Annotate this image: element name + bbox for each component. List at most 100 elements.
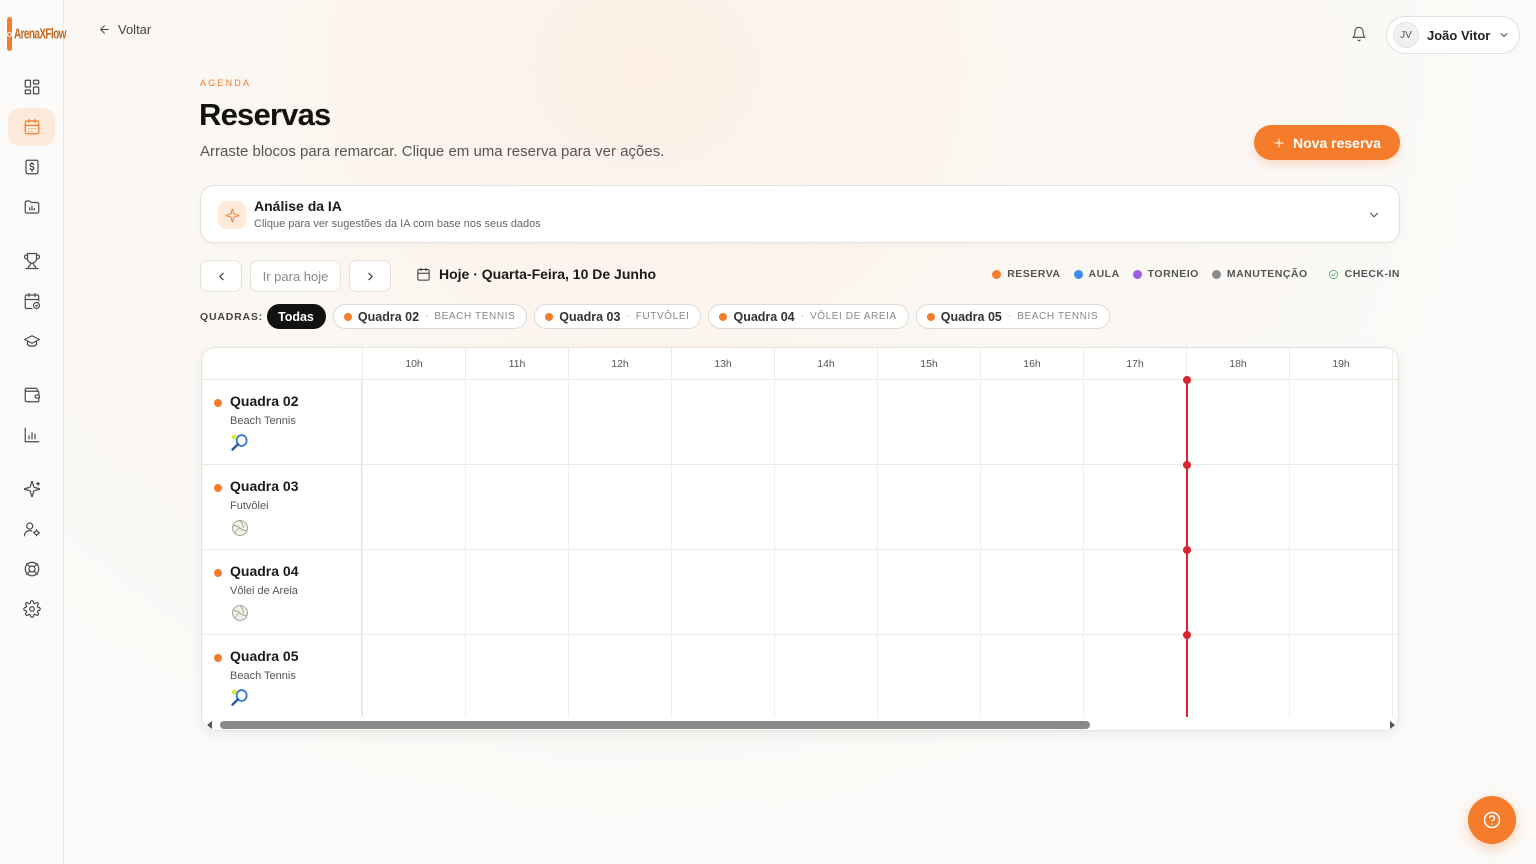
- hour-gridline: [980, 465, 981, 550]
- sidebar-item-agenda[interactable]: [8, 108, 55, 146]
- hour-gridline: [465, 550, 466, 635]
- court-type: Futvôlei: [230, 500, 269, 512]
- next-day-button[interactable]: [349, 260, 391, 292]
- expand-toggle[interactable]: [1367, 208, 1381, 222]
- hour-gridline: [980, 380, 981, 465]
- help-button[interactable]: [1468, 796, 1516, 844]
- legend-item-torneio: TORNEIO: [1132, 268, 1199, 280]
- court-row[interactable]: Quadra 03 Futvôlei: [202, 465, 1398, 550]
- sidebar-item-ai[interactable]: [8, 470, 55, 508]
- legend-dot: [992, 269, 1002, 279]
- calendar-icon: [24, 118, 39, 135]
- legend-label: RESERVA: [1007, 268, 1061, 280]
- scroll-thumb[interactable]: [220, 721, 1090, 729]
- prev-day-button[interactable]: [200, 260, 242, 292]
- court-color-dot: [214, 569, 222, 577]
- sidebar-item-classes[interactable]: [8, 322, 55, 360]
- hour-gridline: [465, 380, 466, 465]
- hour-gridline: [980, 635, 981, 720]
- page-subtitle: Arraste blocos para remarcar. Clique em …: [200, 143, 665, 160]
- bell-icon: [1352, 26, 1366, 42]
- sidebar-item-bookings[interactable]: [8, 282, 55, 320]
- court-row[interactable]: Quadra 02 Beach Tennis: [202, 380, 1398, 465]
- ai-sparkle-badge: [218, 201, 246, 229]
- filter-chip-court[interactable]: Quadra 02 · BEACH TENNIS: [332, 304, 528, 329]
- legend-item-reserva: RESERVA: [992, 268, 1060, 280]
- user-menu[interactable]: JV João Vitor: [1386, 16, 1520, 54]
- filter-chip-court[interactable]: Quadra 05 · BEACH TENNIS: [915, 304, 1111, 329]
- folder-chart-icon: [24, 200, 39, 214]
- legend-item-checkin: CHECK-IN: [1328, 268, 1400, 280]
- filter-chip-court[interactable]: Quadra 03 · FUTVÔLEI: [534, 304, 702, 329]
- court-color-dot: [214, 484, 222, 492]
- new-booking-button[interactable]: Nova reserva: [1254, 125, 1400, 160]
- gear-icon: [22, 600, 41, 618]
- hour-gridline: [568, 635, 569, 720]
- hour-label: 15h: [877, 348, 980, 380]
- hour-gridline: [671, 380, 672, 465]
- court-name: Quadra 03: [230, 478, 299, 494]
- court-color-dot: [343, 312, 352, 321]
- sidebar-item-support[interactable]: [8, 550, 55, 588]
- horizontal-scrollbar[interactable]: [202, 717, 1398, 730]
- hour-label: 17h: [1083, 348, 1186, 380]
- court-color-dot: [719, 312, 728, 321]
- logo-text: ArenaXFlow: [14, 25, 66, 43]
- hour-gridline: [671, 550, 672, 635]
- court-row[interactable]: Quadra 05 Beach Tennis: [202, 635, 1398, 720]
- legend-label: TORNEIO: [1147, 268, 1199, 280]
- hour-label: 16h: [980, 348, 1083, 380]
- brand-logo[interactable]: ArenaXFlow: [7, 16, 66, 52]
- today-button[interactable]: Ir para hoje: [250, 260, 341, 292]
- hour-gridline: [1083, 635, 1084, 720]
- sidebar-item-reports[interactable]: [8, 188, 55, 226]
- sidebar-item-users[interactable]: [8, 510, 55, 548]
- sidebar-item-settings[interactable]: [8, 590, 55, 628]
- hour-label: 11h: [465, 348, 568, 380]
- chip-court-name: Quadra 02: [357, 309, 420, 324]
- chip-court-type: BEACH TENNIS: [1017, 311, 1099, 322]
- court-info: Quadra 05 Beach Tennis: [202, 635, 362, 720]
- sidebar-item-analytics[interactable]: [8, 416, 55, 454]
- hour-gridline: [877, 380, 878, 465]
- current-date: Hoje · Quarta-Feira, 10 De Junho: [416, 266, 656, 282]
- sidebar-item-wallet[interactable]: [8, 376, 55, 414]
- hour-gridline: [877, 550, 878, 635]
- user-name: João Vitor: [1427, 27, 1491, 43]
- scroll-right-arrow[interactable]: [1390, 721, 1395, 729]
- hour-gridline: [362, 380, 363, 465]
- legend-item-manutencao: MANUTENÇÃO: [1211, 268, 1308, 280]
- notifications-button[interactable]: [1351, 26, 1369, 44]
- filter-chip-all[interactable]: Todas: [267, 304, 326, 329]
- check-circle-icon: [1328, 269, 1338, 279]
- legend-dot: [1132, 269, 1142, 279]
- arrow-left-icon: [100, 25, 109, 34]
- hour-gridline: [1392, 550, 1393, 635]
- hour-gridline: [465, 465, 466, 550]
- court-color-dot: [545, 312, 554, 321]
- volleyball-icon: [230, 518, 250, 538]
- back-link[interactable]: Voltar: [98, 22, 151, 37]
- legend-label: AULA: [1088, 268, 1120, 280]
- today-button-label: Ir para hoje: [262, 268, 329, 284]
- ai-analysis-card[interactable]: Análise da IA Clique para ver sugestões …: [200, 185, 1400, 243]
- sidebar-item-finance[interactable]: [8, 148, 55, 186]
- legend-dot: [1073, 269, 1083, 279]
- hour-gridline: [671, 635, 672, 720]
- ai-card-title: Análise da IA: [254, 198, 342, 214]
- chip-court-type: VÔLEI DE AREIA: [809, 311, 897, 322]
- court-row[interactable]: Quadra 04 Vôlei de Areia: [202, 550, 1398, 635]
- hour-gridline: [1289, 550, 1290, 635]
- filter-chip-court[interactable]: Quadra 04 · VÔLEI DE AREIA: [708, 304, 909, 329]
- chip-court-name: Quadra 03: [559, 309, 621, 324]
- sidebar-item-tournaments[interactable]: [8, 242, 55, 280]
- hour-gridline: [568, 465, 569, 550]
- help-circle-icon: [1483, 811, 1501, 829]
- legend-item-aula: AULA: [1073, 268, 1120, 280]
- event-legend: RESERVA AULA TORNEIO MANUTENÇÃO CHECK-IN: [992, 268, 1400, 280]
- user-settings-icon: [23, 522, 40, 537]
- scroll-left-arrow[interactable]: [207, 721, 212, 729]
- sidebar-item-dashboard[interactable]: [8, 68, 55, 106]
- hour-gridline: [877, 465, 878, 550]
- court-type: Beach Tennis: [230, 670, 296, 682]
